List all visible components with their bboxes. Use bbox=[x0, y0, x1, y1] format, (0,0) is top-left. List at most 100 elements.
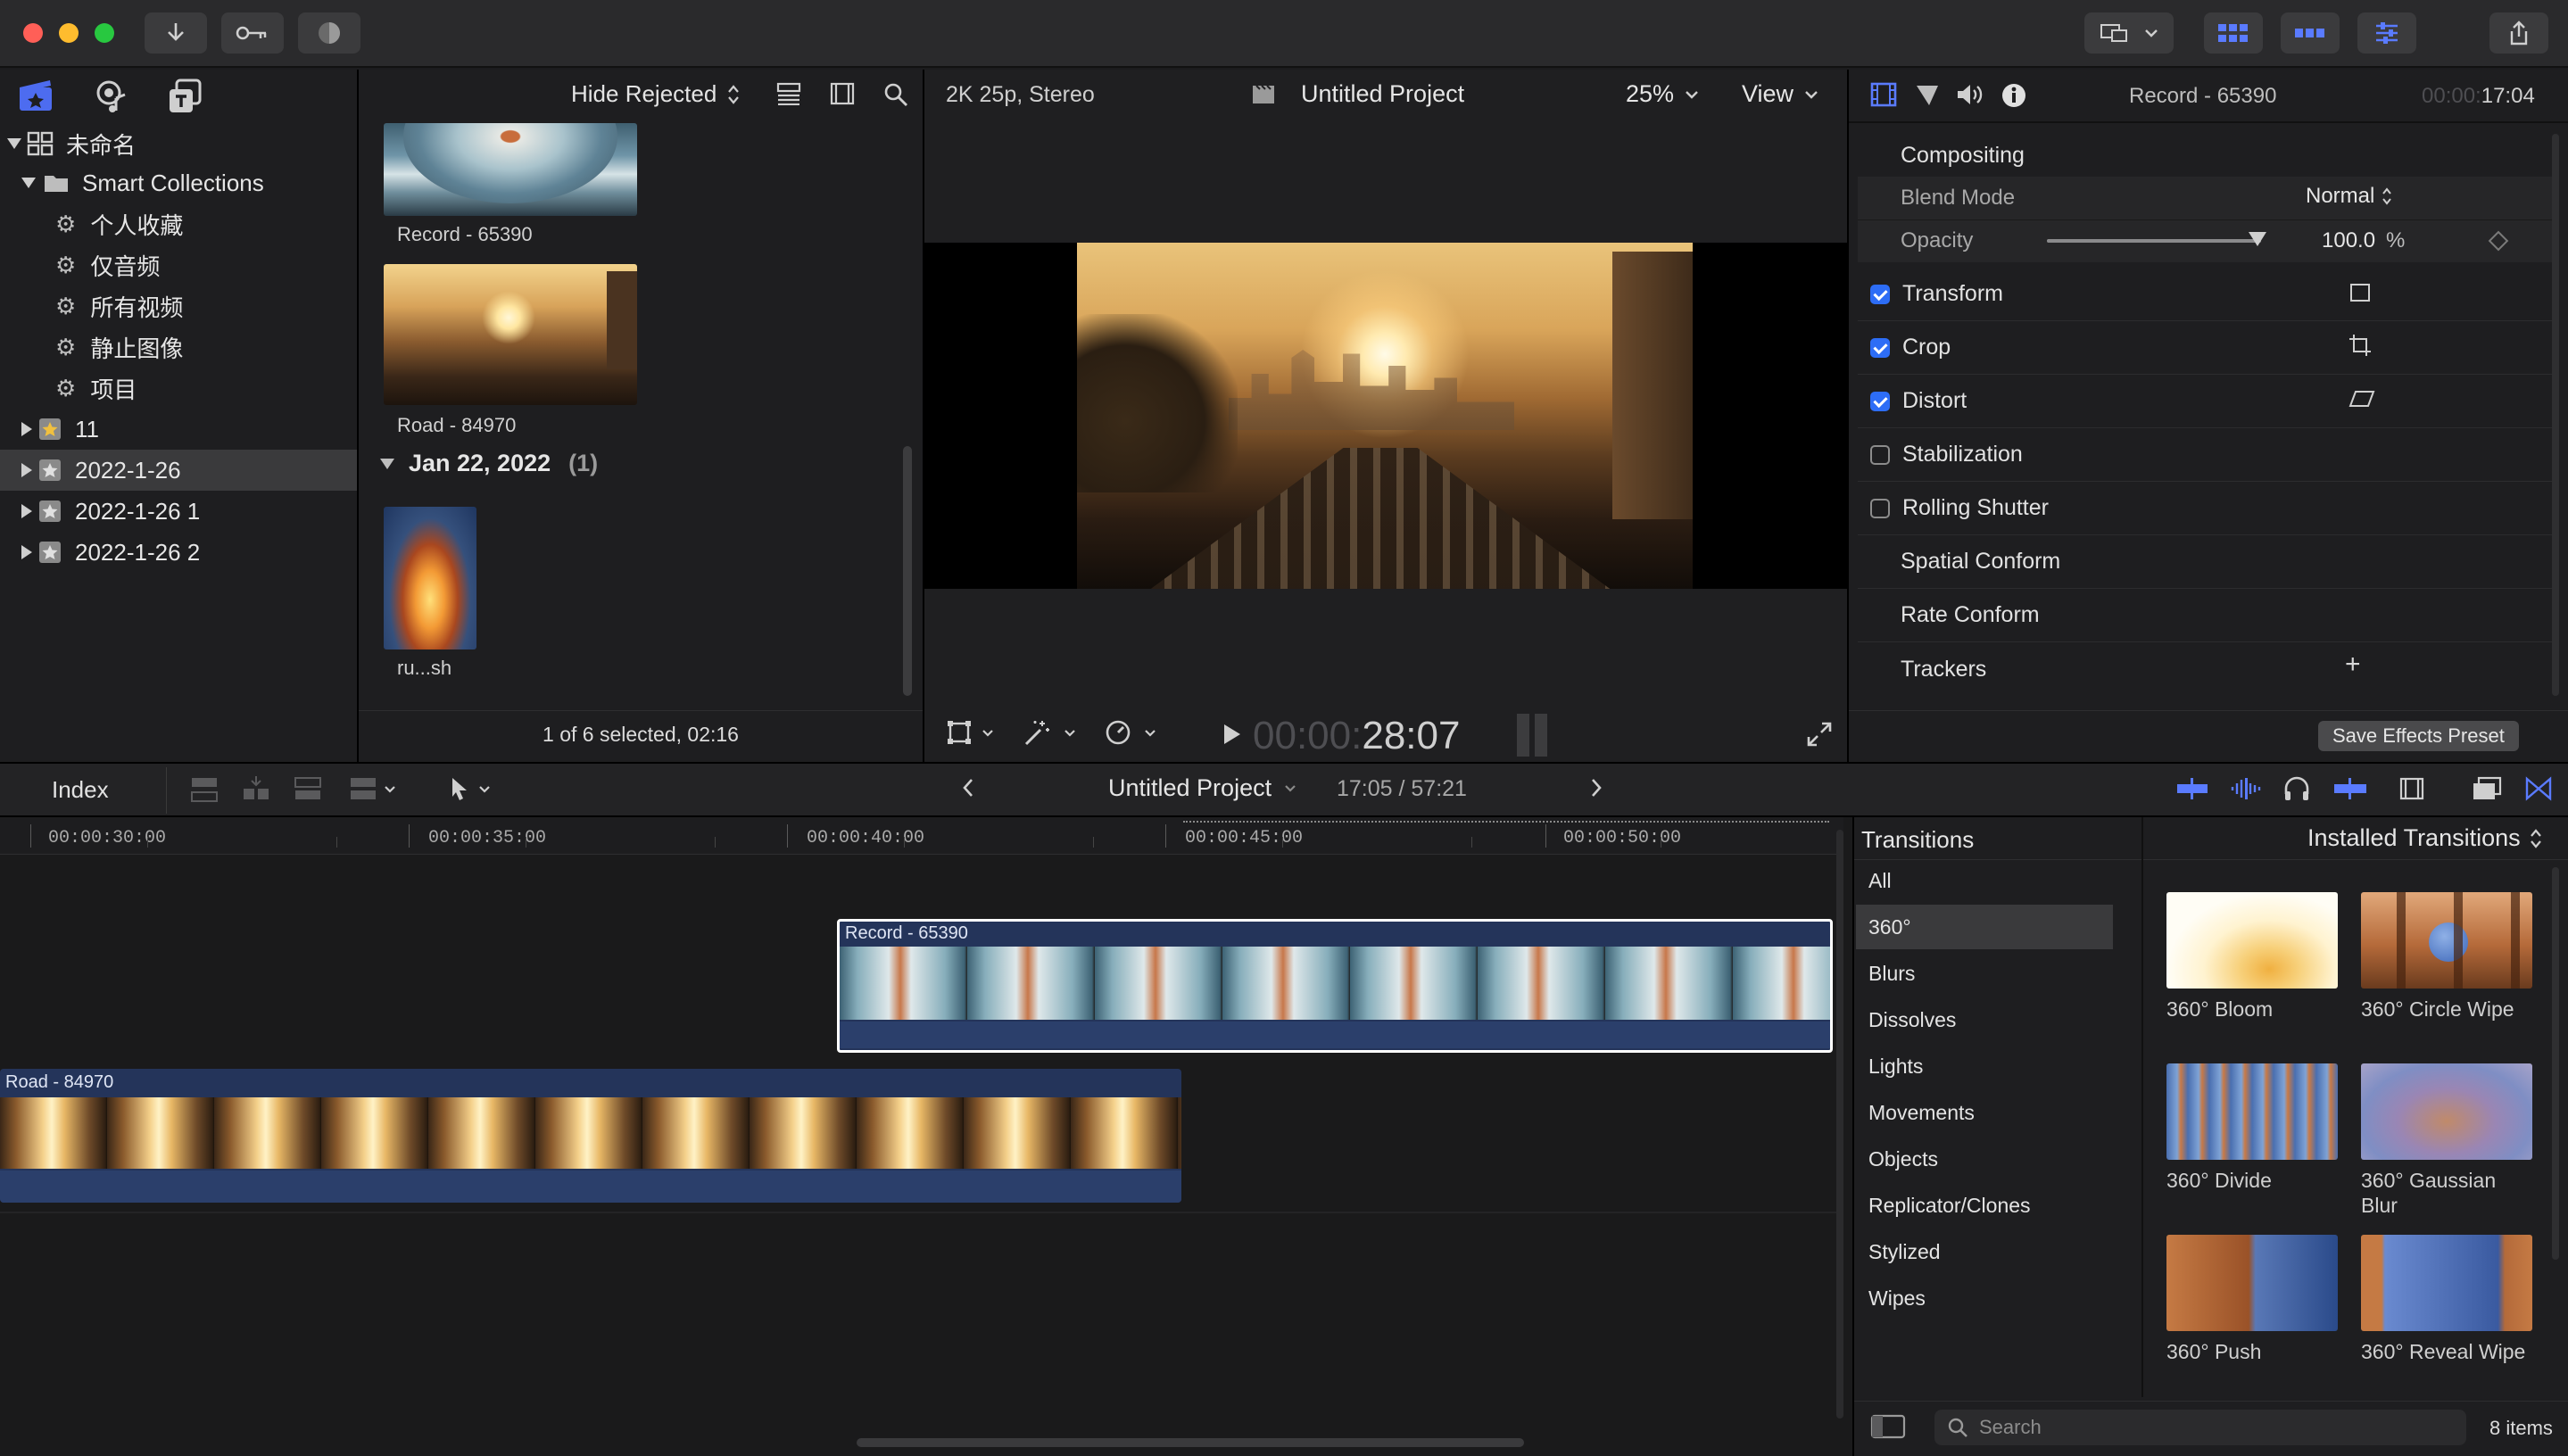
timeline-clip-road[interactable]: Road - 84970 bbox=[0, 1069, 1181, 1203]
opacity-value[interactable]: 100.0 bbox=[2322, 228, 2375, 253]
transform-onscreen-button[interactable] bbox=[2348, 282, 2372, 310]
share-button[interactable] bbox=[2489, 12, 2548, 54]
retime-menu[interactable] bbox=[1105, 719, 1156, 746]
timeline-index-button[interactable]: Index bbox=[52, 776, 109, 804]
hide-rejected-filter[interactable]: Hide Rejected bbox=[571, 80, 740, 108]
transform-row[interactable]: Transform bbox=[1858, 268, 2554, 321]
fullscreen-button[interactable] bbox=[1806, 721, 1833, 754]
distort-onscreen-button[interactable] bbox=[2348, 389, 2375, 415]
transform-checkbox[interactable] bbox=[1870, 284, 1890, 304]
event-item-selected[interactable]: 2022-1-26 bbox=[0, 450, 357, 491]
stabilization-checkbox[interactable] bbox=[1870, 444, 1890, 465]
rate-conform-row[interactable]: Rate Conform bbox=[1858, 589, 2554, 642]
disclosure-open-icon[interactable] bbox=[380, 458, 394, 469]
event-item[interactable]: 2022-1-26 2 bbox=[0, 532, 357, 573]
clip-thumbnail-fire[interactable] bbox=[384, 507, 476, 649]
video-inspector-tab[interactable] bbox=[1870, 82, 1897, 113]
category-all[interactable]: All bbox=[1856, 858, 2113, 903]
browser-toggle-button[interactable] bbox=[2204, 12, 2263, 54]
category-stylized[interactable]: Stylized bbox=[1856, 1229, 2113, 1274]
list-view-button[interactable] bbox=[776, 82, 801, 112]
transitions-browser-toggle[interactable] bbox=[2525, 776, 2552, 807]
timeline-project-menu[interactable]: Untitled Project bbox=[1108, 774, 1296, 802]
transition-thumb-circle-wipe[interactable] bbox=[2361, 892, 2532, 989]
disclosure-closed-icon[interactable] bbox=[21, 463, 32, 477]
browser-search-button[interactable] bbox=[883, 82, 908, 113]
disclosure-closed-icon[interactable] bbox=[21, 504, 32, 518]
smart-collection-item[interactable]: ⚙ 个人收藏 bbox=[0, 203, 357, 244]
zoom-menu[interactable]: 25% bbox=[1626, 80, 1699, 108]
stabilization-row[interactable]: Stabilization bbox=[1858, 428, 2554, 482]
timeline-clip-record[interactable]: Record - 65390 bbox=[837, 919, 1833, 1053]
smart-collection-item[interactable]: ⚙ 静止图像 bbox=[0, 327, 357, 368]
opacity-slider-handle[interactable] bbox=[2249, 232, 2266, 246]
disclosure-open-icon[interactable] bbox=[21, 178, 36, 188]
add-tracker-button[interactable]: + bbox=[2345, 649, 2361, 680]
inspector-toggle-button[interactable] bbox=[2357, 12, 2416, 54]
category-dissolves[interactable]: Dissolves bbox=[1856, 997, 2113, 1042]
distort-checkbox[interactable] bbox=[1870, 391, 1890, 411]
transition-thumb-divide[interactable] bbox=[2166, 1063, 2338, 1160]
browser-scrollbar[interactable] bbox=[903, 446, 912, 696]
blend-mode-popup[interactable]: Normal bbox=[2306, 184, 2392, 209]
smart-collection-item[interactable]: ⚙ 所有视频 bbox=[0, 285, 357, 327]
audio-inspector-tab[interactable] bbox=[1956, 82, 1984, 113]
installed-transitions-menu[interactable]: Installed Transitions bbox=[2307, 824, 2542, 852]
clip-thumbnail-road[interactable] bbox=[384, 264, 637, 405]
rolling-shutter-checkbox[interactable] bbox=[1870, 498, 1890, 518]
crop-checkbox[interactable] bbox=[1870, 337, 1890, 358]
import-button[interactable] bbox=[145, 12, 207, 54]
viewer-timecode[interactable]: 00:00:28:07 bbox=[1253, 714, 1460, 758]
overwrite-clip-menu[interactable] bbox=[348, 774, 396, 803]
effects-browser-toggle[interactable] bbox=[2472, 776, 2502, 807]
category-360[interactable]: 360° bbox=[1856, 905, 2113, 949]
close-window-button[interactable] bbox=[23, 23, 43, 43]
select-tool-menu[interactable] bbox=[450, 776, 491, 801]
timeline-forward-button[interactable] bbox=[1590, 778, 1603, 804]
insert-clip-button[interactable] bbox=[241, 774, 271, 809]
video-only-toggle[interactable] bbox=[2175, 776, 2209, 807]
libraries-tab[interactable] bbox=[18, 79, 54, 119]
enhance-menu[interactable] bbox=[1023, 719, 1076, 746]
snapping-toggle[interactable] bbox=[2332, 776, 2368, 807]
timeline-hscrollbar[interactable] bbox=[857, 1438, 1524, 1447]
titles-generators-tab[interactable] bbox=[168, 79, 203, 120]
save-effects-preset-button[interactable]: Save Effects Preset bbox=[2318, 721, 2519, 751]
disclosure-closed-icon[interactable] bbox=[21, 422, 32, 436]
connect-clip-button[interactable] bbox=[189, 774, 220, 809]
info-inspector-tab[interactable] bbox=[2001, 82, 2027, 115]
append-clip-button[interactable] bbox=[293, 774, 323, 809]
zoom-window-button[interactable] bbox=[95, 23, 114, 43]
rolling-shutter-row[interactable]: Rolling Shutter bbox=[1858, 482, 2554, 535]
timeline-vscrollbar[interactable] bbox=[1836, 830, 1843, 1419]
background-tasks-button[interactable] bbox=[298, 12, 360, 54]
date-group-header[interactable]: Jan 22, 2022 (1) bbox=[380, 450, 598, 477]
smart-collection-item[interactable]: ⚙ 仅音频 bbox=[0, 244, 357, 285]
transition-thumb-push[interactable] bbox=[2166, 1235, 2338, 1331]
category-movements[interactable]: Movements bbox=[1856, 1090, 2113, 1135]
disclosure-open-icon[interactable] bbox=[7, 138, 21, 149]
spatial-conform-row[interactable]: Spatial Conform bbox=[1858, 535, 2554, 589]
category-wipes[interactable]: Wipes bbox=[1856, 1276, 2113, 1320]
disclosure-closed-icon[interactable] bbox=[21, 545, 32, 559]
category-lights[interactable]: Lights bbox=[1856, 1044, 2113, 1088]
smart-collections-folder[interactable]: Smart Collections bbox=[0, 162, 357, 203]
transitions-search-field[interactable] bbox=[1934, 1410, 2466, 1445]
transition-thumb-reveal-wipe[interactable] bbox=[2361, 1235, 2532, 1331]
category-objects[interactable]: Objects bbox=[1856, 1137, 2113, 1181]
timeline-back-button[interactable] bbox=[962, 778, 974, 804]
inspector-scrollbar[interactable] bbox=[2552, 134, 2559, 696]
clip-thumbnail-record[interactable] bbox=[384, 123, 637, 216]
trackers-row[interactable]: Trackers bbox=[1858, 642, 2554, 696]
audio-skimming-toggle[interactable] bbox=[2229, 776, 2263, 807]
category-blurs[interactable]: Blurs bbox=[1856, 951, 2113, 996]
minimize-window-button[interactable] bbox=[59, 23, 79, 43]
sidebar-toggle-button[interactable] bbox=[1870, 1413, 1906, 1446]
transitions-search-input[interactable] bbox=[1979, 1413, 2443, 1442]
crop-onscreen-button[interactable] bbox=[2348, 334, 2372, 363]
solo-toggle[interactable] bbox=[2282, 776, 2311, 807]
keywords-button[interactable] bbox=[221, 12, 284, 54]
transform-tool-menu[interactable] bbox=[946, 719, 994, 746]
smart-collection-item[interactable]: ⚙ 项目 bbox=[0, 368, 357, 409]
clip-appearance-menu[interactable] bbox=[2398, 776, 2425, 807]
